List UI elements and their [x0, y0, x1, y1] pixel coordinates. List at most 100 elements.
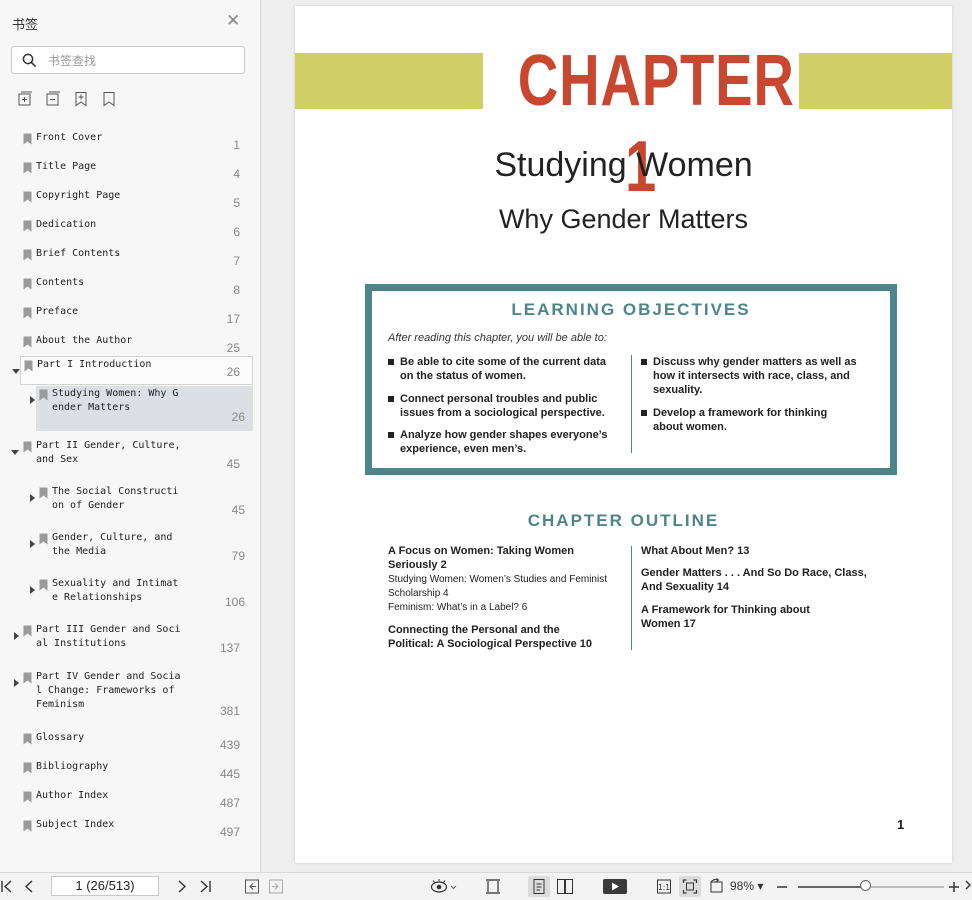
- zoom-in-icon[interactable]: [948, 878, 960, 895]
- bookmark-page-number: 6: [233, 225, 240, 239]
- bookmark-item[interactable]: Brief Contents 7: [20, 246, 246, 275]
- bookmark-item[interactable]: Contents 8: [20, 275, 246, 304]
- bookmark-item[interactable]: Glossary 439: [20, 730, 246, 759]
- zoom-value: 98%: [730, 879, 755, 893]
- rotate-icon[interactable]: [708, 878, 726, 895]
- bookmark-icon: [23, 791, 32, 803]
- eye-view-icon[interactable]: [430, 878, 458, 895]
- bookmark-label: Author Index: [36, 790, 109, 801]
- bookmark-page-number: 487: [219, 796, 240, 810]
- bookmark-icon[interactable]: [101, 91, 117, 107]
- next-page-icon[interactable]: [175, 878, 189, 895]
- collapse-arrow-icon[interactable]: [11, 450, 19, 455]
- bookmark-item[interactable]: Gender, Culture, and the Media 79: [30, 530, 253, 570]
- bookmark-item[interactable]: The Social Constructi on of Gender 45: [30, 484, 253, 524]
- outline-entry[interactable]: What About Men? 13: [641, 544, 749, 558]
- close-icon[interactable]: ✕: [226, 12, 240, 30]
- bookmark-search-input[interactable]: [46, 51, 240, 71]
- add-bookmark-icon[interactable]: [73, 91, 89, 107]
- bookmark-label: Copyright Page: [36, 190, 121, 201]
- expand-arrow-icon[interactable]: [30, 586, 35, 594]
- bookmark-icon: [23, 441, 32, 453]
- zoom-slider-handle[interactable]: [860, 880, 872, 891]
- bookmark-item[interactable]: Part III Gender and Soci al Institutions…: [14, 622, 246, 662]
- bookmark-item[interactable]: Subject Index 497: [20, 817, 246, 846]
- bookmark-item[interactable]: Bibliography 445: [20, 759, 246, 788]
- expand-arrow-icon[interactable]: [30, 396, 35, 404]
- fit-page-icon[interactable]: [682, 878, 698, 895]
- bullet-icon: [388, 396, 394, 402]
- bottom-toolbar: 1 (26/513) 1:1 98% ▾: [0, 872, 972, 900]
- bookmark-page-number: 25: [226, 341, 240, 355]
- outline-entry[interactable]: A Focus on Women: Taking Women Seriously…: [388, 544, 574, 572]
- actual-size-icon[interactable]: 1:1: [656, 878, 672, 895]
- bookmark-item[interactable]: Front Cover 1: [20, 130, 246, 159]
- last-page-icon[interactable]: [198, 878, 212, 895]
- bookmark-page-number: 4: [233, 167, 240, 181]
- outline-entry[interactable]: Feminism: What’s in a Label? 6: [388, 601, 527, 615]
- bookmark-item[interactable]: Part I Introduction 26: [12, 356, 253, 385]
- zoom-out-icon[interactable]: [776, 878, 788, 895]
- bookmark-item[interactable]: Sexuality and Intimat e Relationships 106: [30, 576, 253, 616]
- bookmark-label: Part I Introduction: [37, 359, 152, 370]
- page-number: 1: [897, 817, 905, 832]
- bookmark-icon: [23, 820, 32, 832]
- bookmark-icon: [23, 162, 32, 174]
- bookmark-item[interactable]: Dedication 6: [20, 217, 246, 246]
- bookmark-icon: [23, 733, 32, 745]
- outline-entry[interactable]: Connecting the Personal and the Politica…: [388, 623, 592, 651]
- outline-entry[interactable]: Gender Matters . . . And So Do Race, Cla…: [641, 566, 867, 594]
- bookmark-icon: [23, 336, 32, 348]
- expand-arrow-icon[interactable]: [30, 494, 35, 502]
- learning-objective: Analyze how gender shapes everyone’s exp…: [400, 429, 608, 455]
- more-icon[interactable]: [964, 878, 972, 895]
- zoom-level[interactable]: 98% ▾: [730, 879, 763, 893]
- bookmark-label: Preface: [36, 306, 79, 317]
- learning-objective: Develop a framework for thinking about w…: [653, 407, 828, 433]
- bookmark-item[interactable]: Preface 17: [20, 304, 246, 333]
- first-page-icon[interactable]: [0, 878, 14, 895]
- learning-objective: Discuss why gender matters as well as ho…: [653, 356, 857, 396]
- bookmark-item[interactable]: Author Index 487: [20, 788, 246, 817]
- page-number-input[interactable]: 1 (26/513): [51, 876, 159, 896]
- bookmark-label: Title Page: [36, 161, 97, 172]
- single-page-icon[interactable]: [531, 878, 547, 895]
- play-slideshow-icon[interactable]: [602, 878, 628, 895]
- bookmark-item[interactable]: Studying Women: Why G ender Matters 26: [30, 386, 253, 431]
- bookmark-icon: [23, 278, 32, 290]
- bookmark-label: Part II Gender, Culture, and Sex: [36, 440, 181, 465]
- outline-entry[interactable]: Studying Women: Women’s Studies and Femi…: [388, 573, 607, 601]
- expand-arrow-icon[interactable]: [14, 632, 19, 640]
- bookmark-label: Studying Women: Why G ender Matters: [52, 388, 179, 413]
- bookmark-icon: [23, 307, 32, 319]
- bookmark-page-number: 106: [224, 595, 245, 609]
- column-divider: [631, 355, 632, 453]
- learning-objective: Connect personal troubles and public iss…: [400, 393, 605, 419]
- bullet-icon: [641, 359, 647, 365]
- bookmark-item[interactable]: Part II Gender, Culture, and Sex 45: [11, 438, 246, 478]
- zoom-slider[interactable]: [798, 880, 944, 891]
- bookmark-item[interactable]: Part IV Gender and Socia l Change: Frame…: [14, 669, 246, 725]
- forward-icon[interactable]: [268, 878, 284, 895]
- bookmark-label: The Social Constructi on of Gender: [52, 486, 179, 511]
- column-divider: [631, 546, 632, 650]
- fit-width-icon[interactable]: [484, 878, 502, 895]
- bookmark-panel: 书签 ✕ Front Cover 1 Title Page 4 Copyright Pa…: [0, 0, 261, 872]
- collapse-all-icon[interactable]: [45, 91, 61, 107]
- bookmark-page-number: 5: [233, 196, 240, 210]
- outline-entry[interactable]: A Framework for Thinking about Women 17: [641, 603, 810, 631]
- learning-objectives-heading: LEARNING OBJECTIVES: [511, 300, 751, 319]
- previous-page-icon[interactable]: [22, 878, 36, 895]
- collapse-arrow-icon[interactable]: [12, 369, 20, 374]
- expand-arrow-icon[interactable]: [14, 679, 19, 687]
- bookmark-page-number: 17: [226, 312, 240, 326]
- bookmark-icon: [23, 133, 32, 145]
- two-page-icon[interactable]: [556, 878, 574, 895]
- bookmark-label: Subject Index: [36, 819, 115, 830]
- expand-arrow-icon[interactable]: [30, 540, 35, 548]
- bookmark-item[interactable]: Title Page 4: [20, 159, 246, 188]
- bookmark-search-box[interactable]: [11, 46, 245, 74]
- back-icon[interactable]: [244, 878, 260, 895]
- bookmark-item[interactable]: Copyright Page 5: [20, 188, 246, 217]
- expand-all-icon[interactable]: [17, 91, 33, 107]
